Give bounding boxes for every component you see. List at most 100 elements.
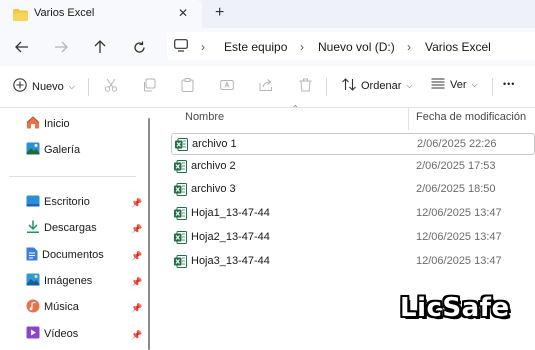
divider (492, 78, 493, 96)
sort-up-icon: ⌃ (292, 104, 299, 113)
pin-icon[interactable]: 📌 (131, 198, 142, 209)
home-icon (26, 116, 40, 132)
file-row[interactable]: archivo 2 2/06/2025 17:53 (171, 156, 535, 178)
file-date: 2/06/2025 17:53 (416, 160, 496, 172)
forward-arrow-icon[interactable] (52, 38, 70, 56)
sort-icon (342, 78, 356, 94)
file-date: 12/06/2025 13:47 (416, 207, 502, 219)
chevron-down-icon: ⌵ (406, 81, 413, 90)
sidebar-item-label: Descargas (44, 222, 97, 234)
cut-icon[interactable] (104, 78, 118, 92)
close-tab-icon[interactable]: ✕ (178, 6, 188, 20)
file-date: 12/06/2025 13:47 (416, 231, 502, 243)
pin-icon[interactable]: 📌 (131, 277, 142, 288)
desktop-icon (26, 195, 40, 210)
share-icon[interactable] (259, 78, 273, 92)
back-arrow-icon[interactable] (13, 38, 31, 56)
new-button[interactable]: Nuevo ⌵ (13, 78, 75, 95)
chevron-down-icon: ⌵ (471, 80, 478, 89)
rename-icon[interactable] (220, 78, 234, 92)
sidebar-item-label: Galería (44, 144, 81, 156)
file-name: Hoja2_13-47-44 (191, 231, 270, 243)
music-icon (26, 299, 40, 316)
up-arrow-icon[interactable] (91, 38, 109, 56)
copy-icon[interactable] (142, 78, 156, 92)
tab-varios-excel[interactable]: Varios Excel ✕ (0, 0, 202, 28)
view-label: Ver (450, 79, 467, 91)
file-name: Hoja3_13-47-44 (191, 255, 270, 267)
sidebar-item-imagenes[interactable]: Imágenes (26, 272, 92, 290)
sort-button[interactable]: Ordenar ⌵ (342, 78, 412, 94)
file-row[interactable]: Hoja3_13-47-44 12/06/2025 13:47 (171, 251, 535, 273)
file-name: Hoja1_13-47-44 (191, 207, 270, 219)
breadcrumb-item[interactable]: Varios Excel (425, 40, 491, 54)
column-header: ⌃ Nombre Fecha de modificación (150, 104, 535, 130)
sidebar-item-escritorio[interactable]: Escritorio (26, 193, 90, 211)
sidebar-item-inicio[interactable]: Inicio (26, 115, 70, 133)
divider (88, 78, 89, 96)
sort-label: Ordenar (361, 80, 402, 92)
new-tab-button[interactable]: + (215, 4, 224, 22)
more-options-icon[interactable]: ••• (503, 79, 515, 89)
file-date: 2/06/2025 18:50 (416, 183, 496, 195)
file-date: 2/06/2025 22:26 (417, 138, 497, 150)
file-row[interactable]: Hoja1_13-47-44 12/06/2025 13:47 (171, 203, 535, 225)
column-header-date[interactable]: Fecha de modificación (416, 111, 526, 123)
sidebar-item-label: Imágenes (44, 275, 93, 287)
command-bar: Nuevo ⌵ Ordenar ⌵ Ver ⌵ ••• (0, 66, 535, 108)
chevron-right-icon: › (407, 40, 411, 54)
excel-file-icon (174, 183, 187, 199)
excel-file-icon (175, 138, 188, 154)
sidebar-item-label: Inicio (44, 118, 70, 130)
file-date: 12/06/2025 13:47 (416, 255, 502, 267)
computer-icon (174, 39, 188, 55)
file-row[interactable]: archivo 1 2/06/2025 22:26 (171, 133, 535, 155)
refresh-icon[interactable] (130, 38, 148, 56)
plus-circle-icon (13, 78, 27, 95)
chevron-down-icon: ⌵ (68, 81, 75, 91)
sidebar-item-descargas[interactable]: Descargas (26, 219, 97, 237)
pin-icon[interactable]: 📌 (131, 251, 142, 262)
chevron-right-icon: › (300, 40, 304, 54)
sidebar-item-label: Documentos (42, 249, 104, 261)
videos-icon (26, 326, 40, 342)
excel-file-icon (174, 255, 187, 271)
excel-file-icon (174, 160, 187, 176)
sidebar-item-galeria[interactable]: Galería (26, 141, 80, 159)
navigation-pane: Inicio Galería Escritorio 📌 Descargas 📌 … (0, 108, 148, 350)
column-divider[interactable] (408, 108, 409, 130)
sidebar-item-label: Música (44, 301, 79, 313)
sidebar-item-label: Vídeos (44, 328, 79, 340)
delete-icon[interactable] (299, 78, 312, 92)
pin-icon[interactable]: 📌 (131, 224, 142, 235)
sidebar-item-musica[interactable]: Música (26, 298, 79, 316)
excel-file-icon (174, 231, 187, 247)
file-name: archivo 3 (191, 183, 236, 195)
file-row[interactable]: Hoja2_13-47-44 12/06/2025 13:47 (171, 227, 535, 249)
breadcrumb-item[interactable]: Este equipo (224, 40, 287, 54)
breadcrumb-item[interactable]: Nuevo vol (D:) (318, 40, 395, 54)
sidebar-item-documentos[interactable]: Documentos (26, 246, 104, 264)
new-label: Nuevo (32, 80, 64, 93)
pin-icon[interactable]: 📌 (131, 330, 142, 341)
paste-icon[interactable] (181, 78, 194, 92)
address-bar[interactable]: › Este equipo › Nuevo vol (D:) › Varios … (167, 32, 535, 60)
column-header-name[interactable]: Nombre (185, 111, 224, 123)
sidebar-divider (9, 176, 136, 177)
chevron-right-icon: › (201, 40, 205, 54)
downloads-icon (26, 220, 40, 236)
navigation-bar: › Este equipo › Nuevo vol (D:) › Varios … (0, 28, 535, 66)
sidebar-scrollbar[interactable] (148, 118, 150, 350)
pictures-icon (26, 273, 40, 289)
pin-icon[interactable]: 📌 (131, 303, 142, 314)
sidebar-item-videos[interactable]: Vídeos (26, 325, 78, 343)
sidebar-item-label: Escritorio (44, 196, 90, 208)
watermark-logo: LicSafe (400, 293, 510, 323)
gallery-icon (26, 142, 40, 158)
view-button[interactable]: Ver ⌵ (431, 78, 478, 92)
excel-file-icon (174, 207, 187, 223)
divider (326, 78, 327, 96)
file-row[interactable]: archivo 3 2/06/2025 18:50 (171, 179, 535, 201)
folder-icon (13, 9, 28, 24)
file-name: archivo 1 (192, 138, 237, 150)
